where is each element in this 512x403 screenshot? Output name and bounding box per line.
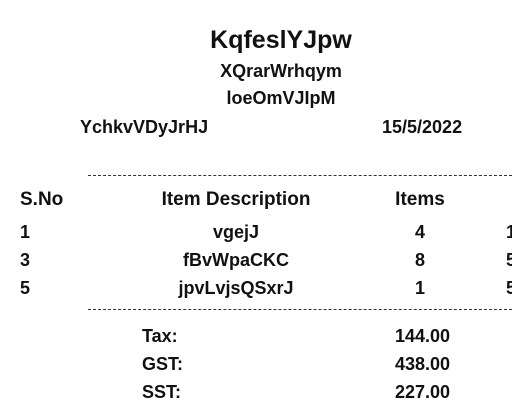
- tax-value: 144.00: [395, 326, 451, 346]
- row-description: fBvWpaCKC: [183, 250, 289, 270]
- row-cut-value: 5: [506, 250, 512, 270]
- column-header-items: Items: [395, 189, 445, 210]
- row-description: jpvLvjsQSxrJ: [178, 278, 294, 298]
- store-name: KqfeslYJpw: [210, 26, 352, 54]
- row-sno: 5: [20, 278, 31, 298]
- divider-bottom: [88, 309, 512, 310]
- row-cut-value: 5: [506, 278, 512, 298]
- column-header-sno: S.No: [20, 189, 64, 210]
- receipt: KqfeslYJpw XQrarWrhqym loeOmVJIpM YchkvV…: [0, 0, 512, 402]
- row-sno: 3: [20, 250, 31, 270]
- row-description: vgejJ: [212, 222, 260, 242]
- column-header-description: Item Description: [161, 189, 311, 210]
- row-items: 8: [414, 250, 425, 270]
- receipt-date: 15/5/2022: [382, 117, 463, 137]
- gst-value: 438.00: [395, 354, 451, 374]
- row-items: 4: [414, 222, 425, 242]
- row-cut-value: 1: [506, 222, 512, 242]
- divider-top: [88, 175, 512, 176]
- row-items: 1: [414, 278, 425, 298]
- store-subtitle-2: loeOmVJIpM: [226, 88, 336, 108]
- store-subtitle-1: XQrarWrhqym: [220, 61, 342, 81]
- tax-label: Tax:: [142, 326, 178, 346]
- row-sno: 1: [20, 222, 31, 242]
- gst-label: GST:: [142, 354, 184, 374]
- cashier-name: YchkvVDyJrHJ: [80, 117, 209, 137]
